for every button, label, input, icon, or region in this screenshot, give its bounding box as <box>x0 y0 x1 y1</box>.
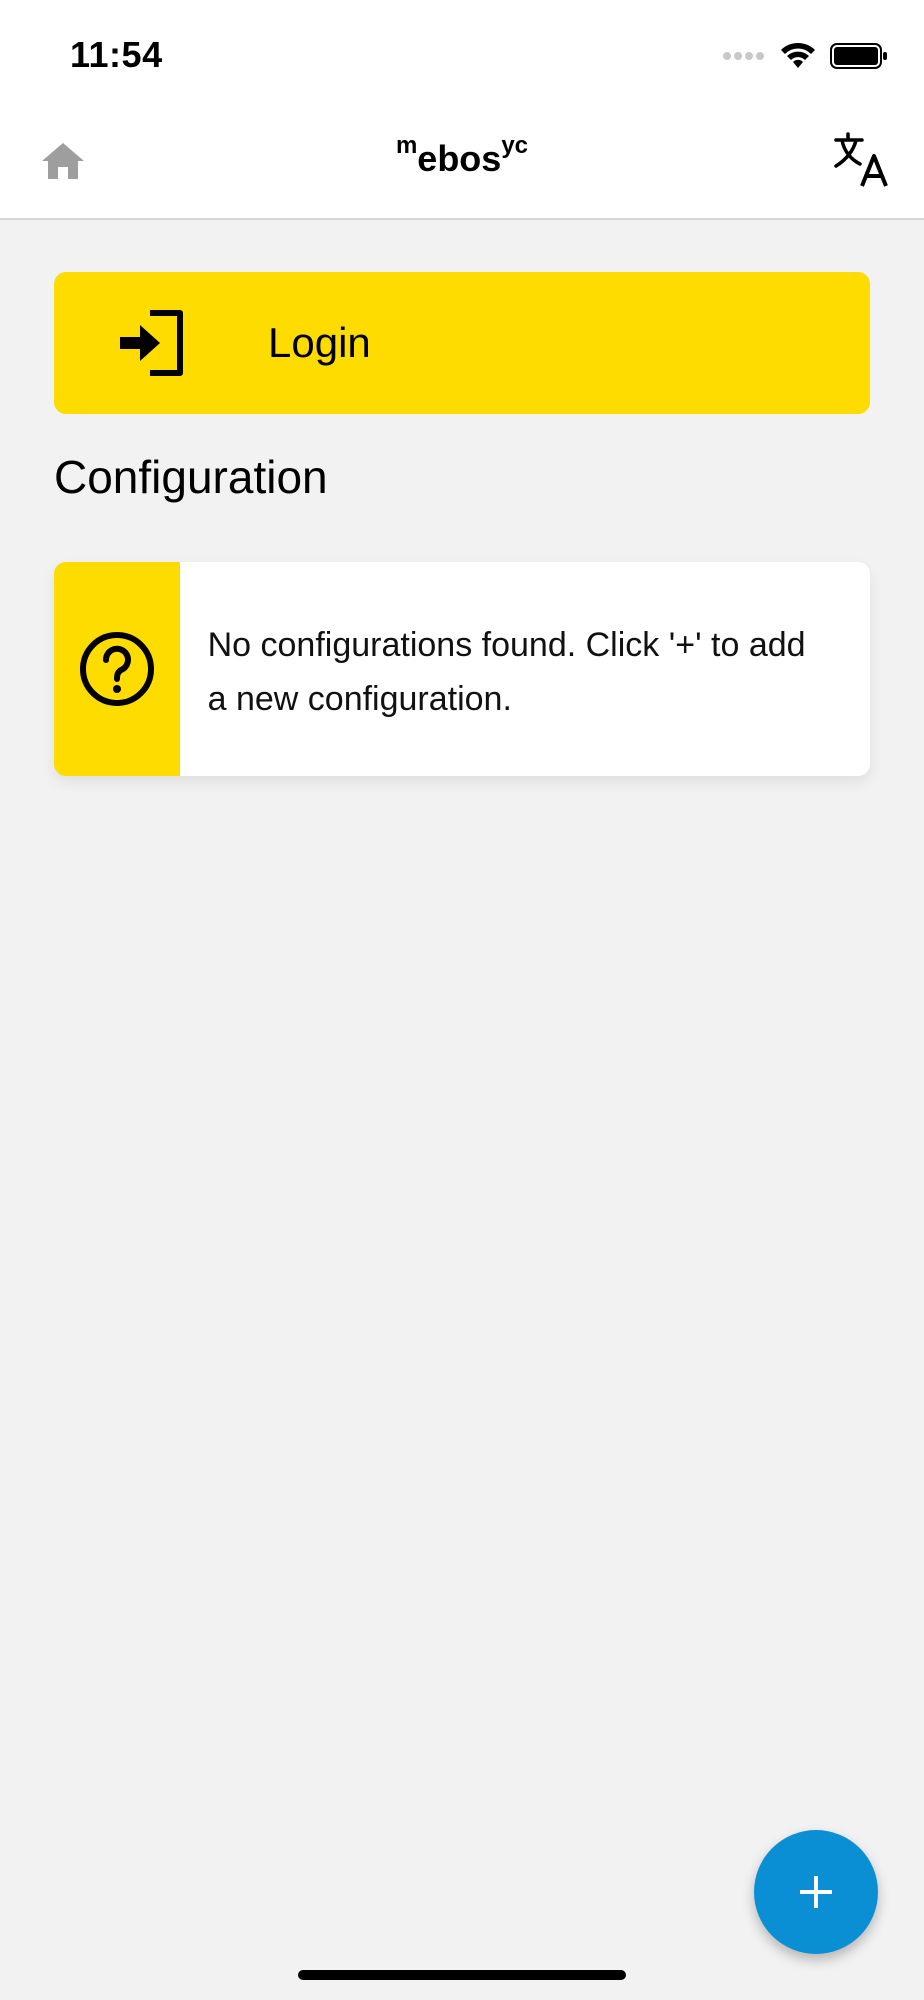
translate-icon <box>834 132 888 187</box>
plus-icon <box>800 1876 832 1908</box>
wifi-icon <box>781 42 815 68</box>
home-indicator <box>298 1970 626 1980</box>
signal-dots-icon <box>723 52 764 60</box>
add-configuration-button[interactable] <box>754 1830 878 1954</box>
empty-configurations-message: No configurations found. Click '+' to ad… <box>207 626 806 718</box>
section-title-configuration: Configuration <box>54 451 328 503</box>
login-label: Login <box>268 319 371 366</box>
brand-main: ebos <box>417 138 502 179</box>
translate-button[interactable] <box>832 130 892 190</box>
info-card-accent <box>54 562 180 776</box>
login-enter-icon <box>120 310 183 376</box>
battery-icon <box>830 43 887 69</box>
app-brand: mebosyc <box>0 134 924 177</box>
brand-sup-right: yc <box>501 132 529 159</box>
login-button[interactable]: Login <box>54 272 870 414</box>
status-icons <box>722 38 888 74</box>
empty-configurations-card: No configurations found. Click '+' to ad… <box>54 562 870 776</box>
status-bar: 11:54 <box>0 0 924 110</box>
help-circle-icon <box>79 632 154 706</box>
brand-sup-left: m <box>395 132 418 159</box>
status-time: 11:54 <box>70 34 163 75</box>
nav-bar: mebosyc <box>0 110 924 220</box>
